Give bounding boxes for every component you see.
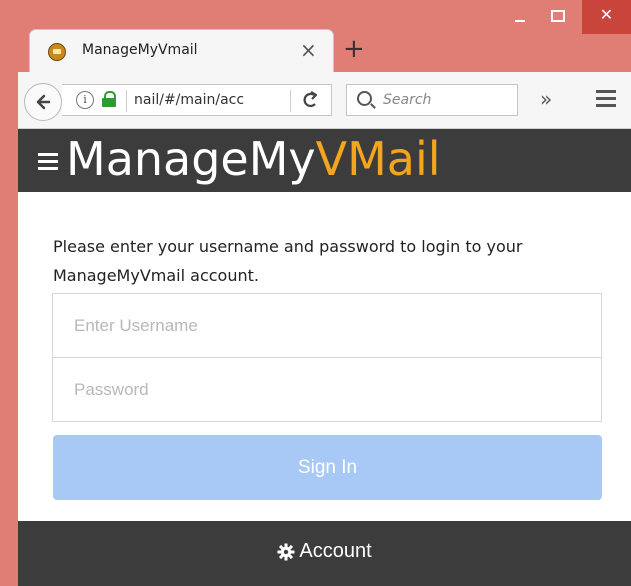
username-field[interactable] bbox=[52, 293, 602, 358]
lock-icon[interactable] bbox=[102, 91, 116, 107]
browser-menu-icon[interactable] bbox=[596, 90, 616, 107]
app-title-prefix: ManageMy bbox=[66, 132, 316, 186]
overflow-menu-button[interactable]: » bbox=[540, 87, 552, 111]
minimize-button[interactable] bbox=[505, 0, 535, 34]
mail-favicon-icon bbox=[48, 43, 66, 61]
login-instructions: Please enter your username and password … bbox=[53, 237, 523, 285]
address-bar[interactable]: i nail/#/main/acc bbox=[62, 84, 332, 116]
search-placeholder: Search bbox=[383, 92, 432, 108]
close-icon: ✕ bbox=[599, 5, 614, 24]
url-divider bbox=[126, 90, 127, 112]
maximize-icon bbox=[551, 10, 565, 22]
back-arrow-icon bbox=[36, 94, 51, 110]
search-box[interactable]: Search bbox=[346, 84, 518, 116]
maximize-button[interactable] bbox=[542, 0, 572, 34]
app-title: ManageMyVMail bbox=[66, 131, 441, 187]
sign-in-button[interactable]: Sign In bbox=[53, 435, 602, 500]
app-header: ManageMyVMail bbox=[18, 129, 631, 192]
account-label: Account bbox=[299, 540, 372, 562]
url-text[interactable]: nail/#/main/acc bbox=[134, 92, 314, 108]
back-button[interactable] bbox=[24, 83, 62, 121]
app-title-suffix: VMail bbox=[315, 132, 441, 186]
browser-tab[interactable]: ManageMyVmail × bbox=[30, 30, 333, 72]
password-input[interactable] bbox=[53, 358, 601, 421]
close-window-button[interactable]: ✕ bbox=[582, 0, 631, 34]
login-panel: Please enter your username and password … bbox=[18, 192, 631, 521]
footer-bar: Account bbox=[18, 521, 631, 586]
password-field[interactable] bbox=[52, 357, 602, 422]
url-divider-2 bbox=[290, 90, 291, 112]
gear-icon bbox=[277, 543, 295, 561]
reload-button[interactable] bbox=[300, 87, 320, 118]
hamburger-icon[interactable] bbox=[38, 153, 58, 171]
browser-toolbar: i nail/#/main/acc Search » bbox=[18, 72, 631, 129]
reload-icon bbox=[303, 91, 318, 107]
search-icon bbox=[357, 91, 372, 106]
tab-title: ManageMyVmail bbox=[82, 42, 198, 58]
account-button[interactable]: Account bbox=[18, 540, 631, 563]
tab-close-icon[interactable]: × bbox=[300, 38, 317, 62]
username-input[interactable] bbox=[53, 294, 601, 357]
minimize-icon bbox=[515, 20, 525, 22]
new-tab-button[interactable]: + bbox=[343, 34, 365, 64]
info-icon[interactable]: i bbox=[76, 91, 94, 109]
